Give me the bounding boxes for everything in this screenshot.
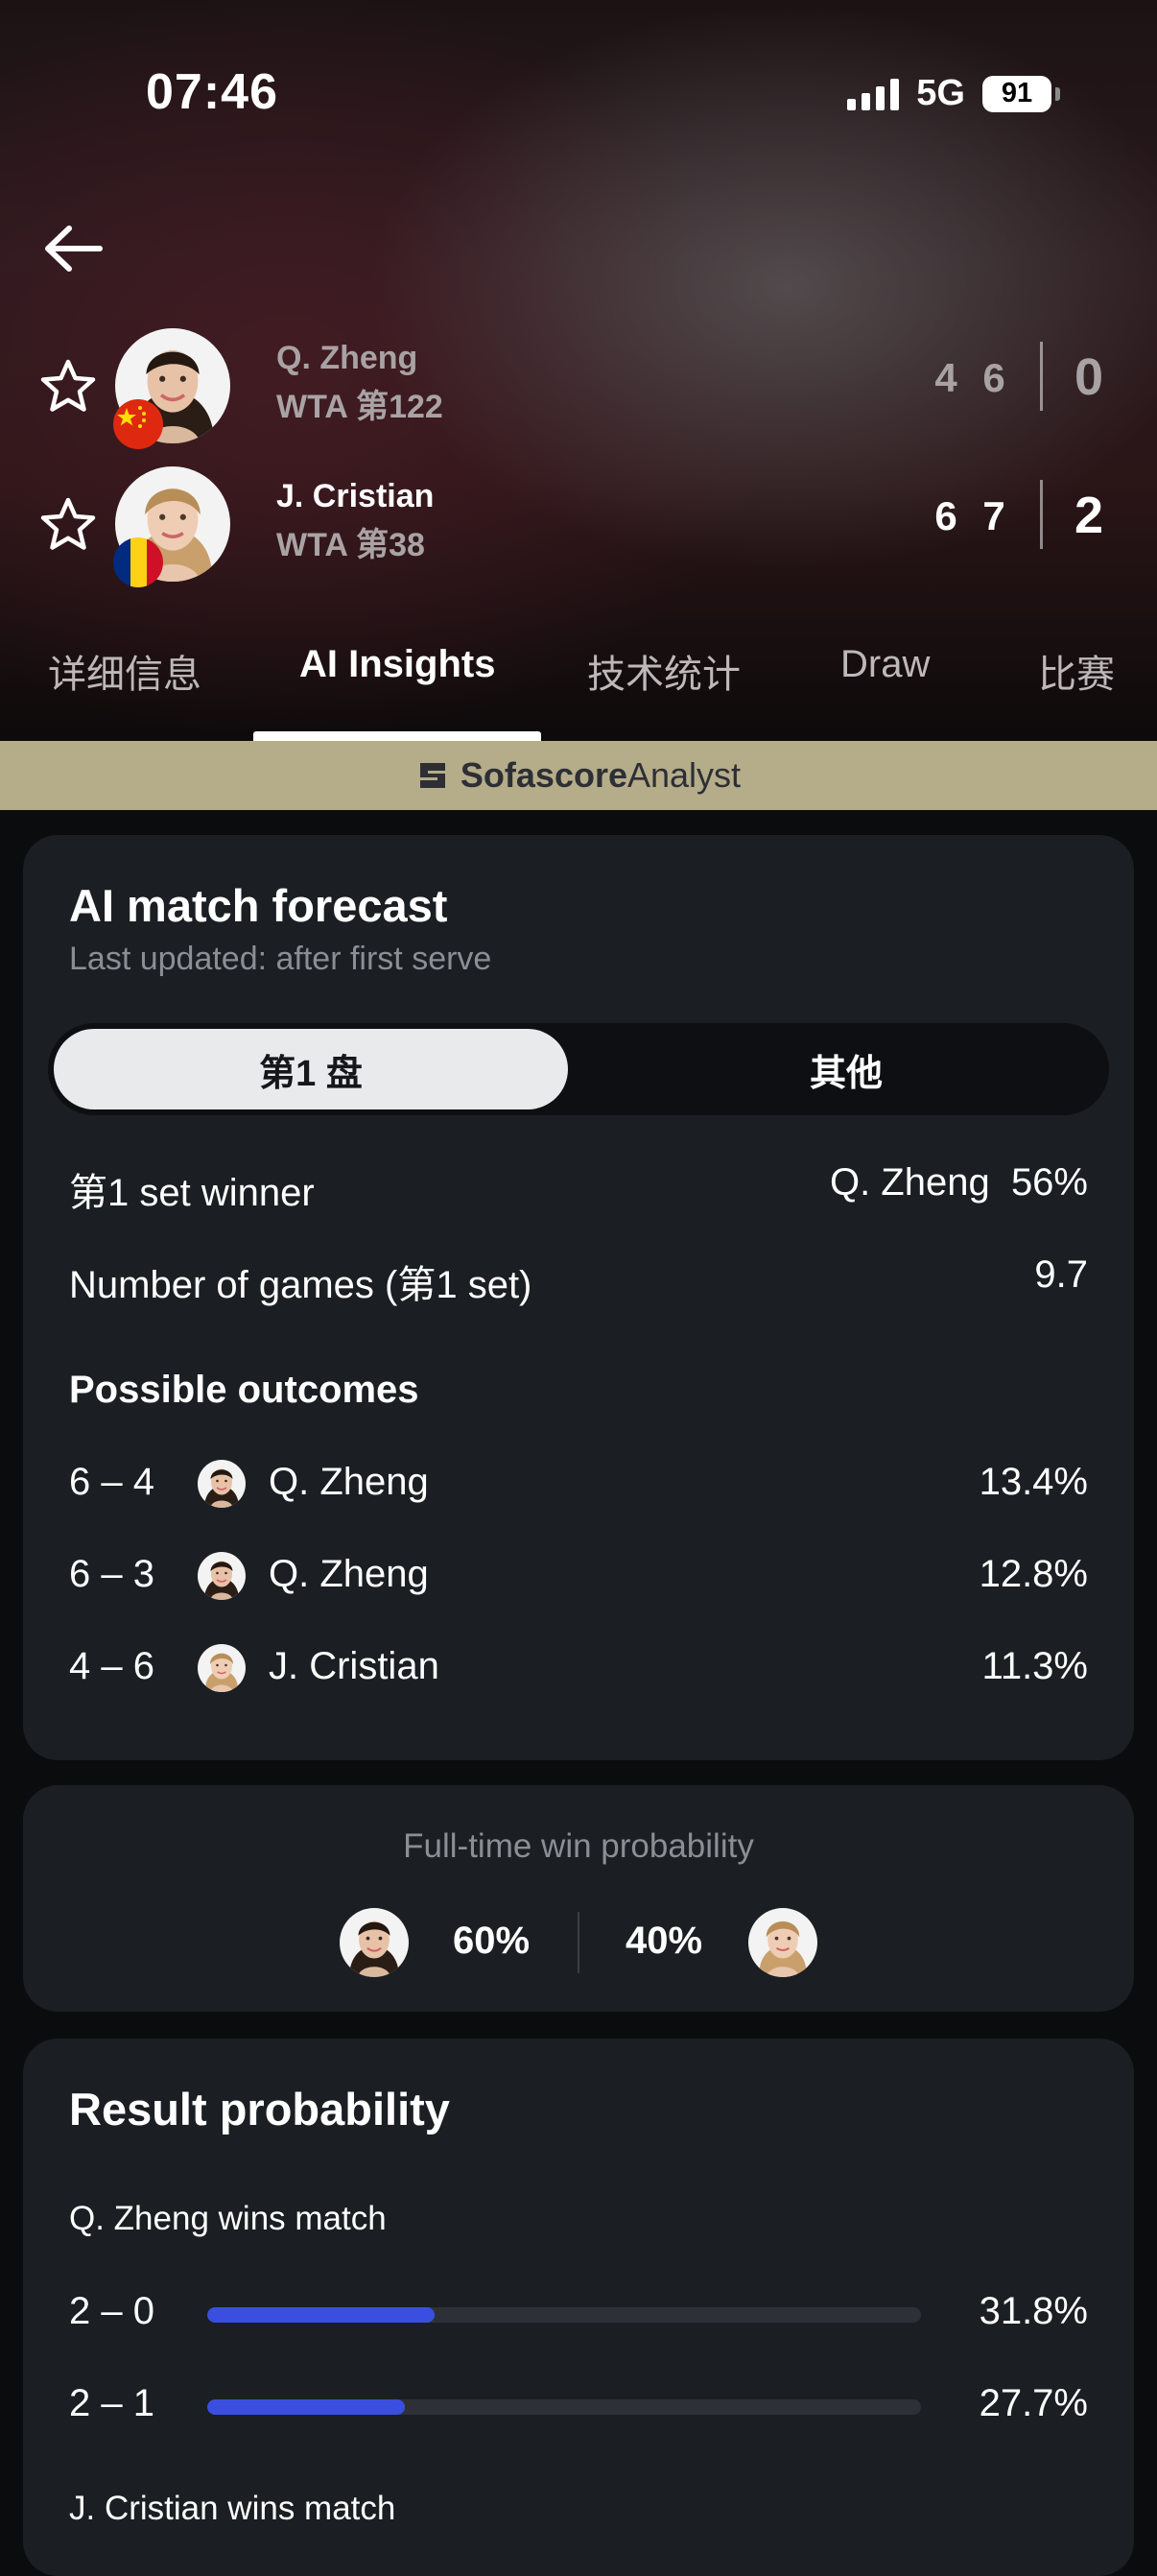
set-score: 7 (982, 493, 1005, 538)
tab-matches[interactable]: 比赛 (1038, 643, 1115, 699)
result-row: 2 – 0 31.8% (23, 2282, 1134, 2340)
outcome-player: J. Cristian (269, 1645, 439, 1687)
set-winner-value: Q. Zheng 56% (829, 1161, 1088, 1204)
outcome-player: Q. Zheng (269, 1553, 429, 1595)
probability-bar-track (207, 2399, 921, 2415)
outcomes-heading: Possible outcomes (69, 1369, 419, 1411)
player-rank: WTA 第122 (276, 389, 443, 425)
result-probability: 31.8% (979, 2290, 1088, 2332)
battery-icon: 91 (982, 75, 1060, 112)
set-toggle: 第1 盘 其他 (48, 1023, 1109, 1115)
last-updated-text: Last updated: after first serve (69, 941, 492, 977)
result-score: 2 – 0 (69, 2290, 154, 2332)
back-arrow-icon[interactable] (40, 215, 107, 282)
sofascore-analyst-banner: SofascoreAnalyst (0, 741, 1157, 810)
set-score: 6 (934, 493, 957, 538)
result-group-heading: Q. Zheng wins match (69, 2200, 387, 2237)
games-value: 9.7 (1034, 1253, 1088, 1296)
win-probability-title: Full-time win probability (403, 1827, 754, 1865)
tab-draw[interactable]: Draw (840, 643, 930, 686)
outcome-row: 6 – 4 Q. Zheng 13.4% (23, 1455, 1134, 1513)
result-probability-card: Result probability Q. Zheng wins match 2… (23, 2039, 1134, 2576)
outcome-score: 6 – 3 (69, 1553, 154, 1595)
tab-ai-insights[interactable]: AI Insights (299, 643, 495, 686)
status-indicators: 5G 91 (847, 73, 1060, 114)
score-divider (1040, 480, 1043, 549)
result-probability: 27.7% (979, 2382, 1088, 2424)
score-divider (1040, 342, 1043, 411)
player-avatar-small (198, 1644, 246, 1692)
tab-bar: 详细信息 AI Insights 技术统计 Draw 比赛 (0, 614, 1157, 741)
romania-flag-icon (113, 537, 163, 587)
player-avatar-small (340, 1908, 409, 1977)
tab-details[interactable]: 详细信息 (48, 643, 201, 699)
tab-statistics[interactable]: 技术统计 (587, 643, 741, 699)
result-group-heading: J. Cristian wins match (69, 2490, 396, 2527)
outcome-score: 6 – 4 (69, 1461, 154, 1503)
player-avatar-small (198, 1552, 246, 1600)
total-sets: 0 (1074, 348, 1104, 406)
favorite-star-icon[interactable] (38, 495, 98, 555)
player-name: J. Cristian (276, 478, 435, 514)
games-label: Number of games (第1 set) (69, 1264, 532, 1306)
match-header: 07:46 5G 91 Q. Zheng WTA 第122 4 6 0 J. C… (0, 0, 1157, 741)
probability-bar-fill (207, 2307, 435, 2323)
active-tab-indicator (253, 731, 541, 741)
outcome-probability: 11.3% (981, 1645, 1088, 1687)
set-score: 4 (934, 355, 957, 400)
set-score: 6 (982, 355, 1005, 400)
card-title: AI match forecast (69, 880, 448, 931)
card-title: Result probability (69, 2084, 450, 2135)
player-row-2[interactable]: J. Cristian WTA 第38 6 7 2 (0, 461, 1157, 587)
outcome-row: 6 – 3 Q. Zheng 12.8% (23, 1547, 1134, 1605)
total-sets: 2 (1074, 487, 1104, 544)
network-type: 5G (916, 73, 965, 113)
win-probability-card: Full-time win probability 60% 40% (23, 1785, 1134, 2012)
player-row-1[interactable]: Q. Zheng WTA 第122 4 6 0 (0, 322, 1157, 449)
sofascore-logo-icon (419, 763, 445, 788)
ai-forecast-card: AI match forecast Last updated: after fi… (23, 835, 1134, 1760)
status-time: 07:46 (146, 64, 278, 120)
player-rank: WTA 第38 (276, 527, 425, 563)
player-avatar-small (198, 1460, 246, 1508)
favorite-star-icon[interactable] (38, 357, 98, 417)
win-probability-right: 40% (626, 1920, 703, 1962)
player-avatar-small (748, 1908, 817, 1977)
toggle-other[interactable]: 其他 (589, 1029, 1103, 1109)
probability-divider (578, 1912, 579, 1973)
outcome-row: 4 – 6 J. Cristian 11.3% (23, 1639, 1134, 1697)
result-row: 2 – 1 27.7% (23, 2374, 1134, 2432)
banner-brand: Sofascore (460, 755, 627, 795)
result-score: 2 – 1 (69, 2382, 154, 2424)
player-name: Q. Zheng (276, 340, 418, 376)
signal-icon (847, 78, 900, 110)
probability-bar-track (207, 2307, 921, 2323)
outcome-player: Q. Zheng (269, 1461, 429, 1503)
outcome-probability: 13.4% (979, 1461, 1088, 1503)
china-flag-icon (113, 399, 163, 449)
outcome-score: 4 – 6 (69, 1645, 154, 1687)
banner-brand-suffix: Analyst (627, 755, 742, 795)
probability-bar-fill (207, 2399, 406, 2415)
set-winner-label: 第1 set winner (69, 1172, 315, 1214)
toggle-first-set[interactable]: 第1 盘 (54, 1029, 568, 1109)
outcome-probability: 12.8% (979, 1553, 1088, 1595)
win-probability-left: 60% (453, 1920, 531, 1962)
